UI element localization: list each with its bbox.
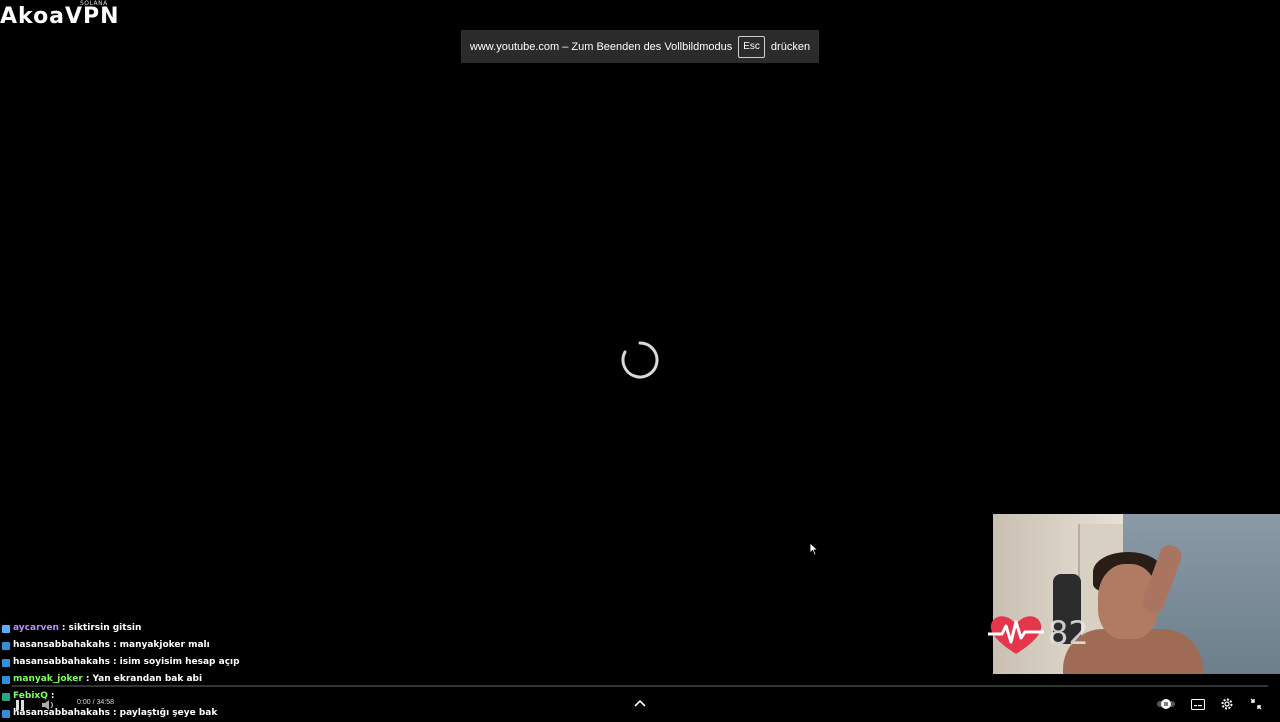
chat-separator: : (61, 623, 66, 633)
heart-rate-value: 82 (1048, 614, 1089, 652)
pause-button[interactable] (10, 695, 30, 715)
fullscreen-message: www.youtube.com – Zum Beenden des Vollbi… (469, 40, 733, 53)
chat-text: isim soyisim hesap açıp (119, 657, 240, 667)
subtitles-icon (1191, 698, 1205, 710)
pause-icon (16, 700, 24, 710)
time-display: 0:00 / 34:58 (77, 699, 114, 706)
exit-fullscreen-icon (1250, 698, 1262, 710)
chat-badge-icon (2, 675, 10, 684)
volume-button[interactable] (38, 695, 58, 715)
chat-username: hasansabbahakahs (13, 640, 111, 650)
chat-badge-icon (2, 641, 10, 650)
chat-separator: : (113, 657, 117, 667)
chat-badge-icon (2, 658, 10, 667)
chat-message: hasansabbahakahs: manyakjoker malı (2, 637, 402, 654)
loading-spinner-icon (621, 341, 659, 379)
logo-subtext: SOLANA (80, 0, 108, 7)
chevron-up-icon (634, 699, 646, 707)
heart-rate-icon (988, 616, 1044, 654)
chat-username: hasansabbahakahs (13, 657, 111, 667)
chat-text: manyakjoker malı (119, 640, 210, 650)
player-controls: 0:00 / 34:58 (0, 690, 1280, 720)
volume-icon (42, 700, 54, 710)
heart-rate-widget: 82 (986, 612, 1096, 656)
chat-text: siktirsin gitsin (68, 623, 142, 633)
autoplay-toggle-icon (1157, 699, 1175, 709)
expand-chevron-button[interactable] (630, 693, 650, 713)
esc-key-badge: Esc (738, 35, 765, 58)
logo-text: AkoaVPN (0, 4, 120, 29)
exit-fullscreen-button[interactable] (1246, 694, 1266, 714)
autoplay-toggle[interactable] (1156, 694, 1176, 714)
fullscreen-suffix: drücken (770, 40, 811, 53)
chat-message: aycarven: siktirsin gitsin (2, 620, 402, 637)
stream-logo-overlay: AkoaVPN SOLANA (0, 0, 150, 34)
chat-message: hasansabbahakahs: isim soyisim hesap açıp (2, 654, 402, 671)
chat-separator: : (113, 640, 117, 650)
chat-username: aycarven (13, 623, 59, 633)
video-progress-bar[interactable] (12, 685, 1268, 687)
gear-icon (1221, 698, 1233, 710)
mouse-cursor-icon (809, 542, 819, 556)
chat-badge-icon (2, 624, 10, 633)
fullscreen-notification: www.youtube.com – Zum Beenden des Vollbi… (461, 30, 819, 63)
subtitles-button[interactable] (1188, 694, 1208, 714)
settings-button[interactable] (1217, 694, 1237, 714)
